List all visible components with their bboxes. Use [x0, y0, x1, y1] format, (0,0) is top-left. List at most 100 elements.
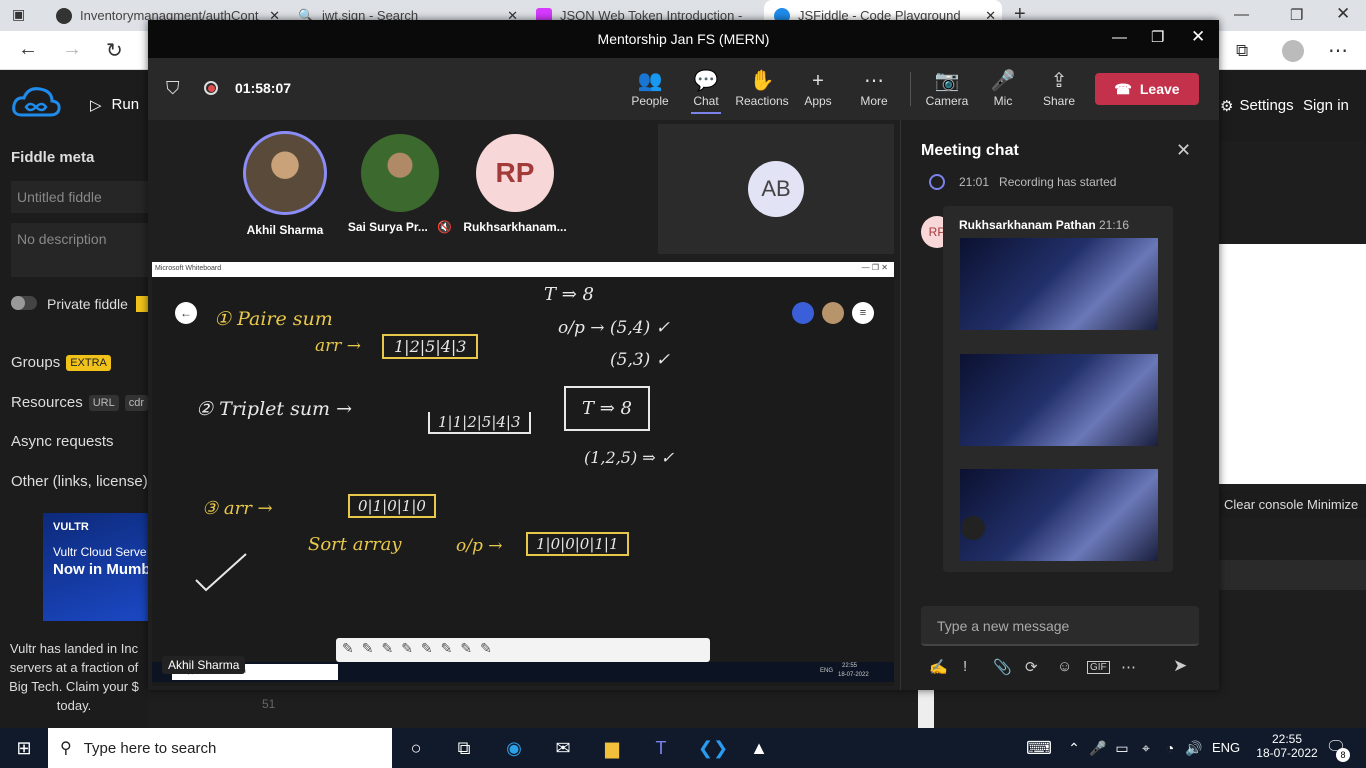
task-view-icon[interactable]: ⧉ — [452, 736, 476, 760]
extra-badge: EXTRA — [66, 355, 111, 372]
note: T ⇒ 8 — [544, 284, 594, 305]
back-icon[interactable]: ← — [18, 38, 38, 61]
image-attachment[interactable] — [960, 238, 1158, 330]
loop-icon[interactable]: ⟳ — [1025, 658, 1038, 676]
more-icon[interactable]: ⋯ — [1328, 38, 1348, 63]
participant-tile-ab[interactable]: AB — [658, 124, 894, 254]
share-button[interactable]: ⇪ Share — [1031, 68, 1087, 108]
clock[interactable]: 22:55 18-07-2022 — [1256, 732, 1317, 760]
format-icon[interactable]: ✍ — [929, 658, 948, 676]
resources-section[interactable]: Resources URL cdr — [11, 394, 148, 412]
avatar: AB — [748, 161, 804, 217]
people-button[interactable]: 👥 People — [622, 68, 678, 108]
taskbar-search[interactable]: ⚲ Type here to search — [48, 728, 392, 768]
battery-icon[interactable]: ▭ — [1110, 736, 1134, 760]
minimize-icon[interactable]: — — [1234, 6, 1249, 23]
collections-icon[interactable]: ⧉ — [1236, 41, 1248, 61]
mail-icon[interactable]: ✉ — [551, 736, 575, 760]
minimize-console-button[interactable]: Minimize — [1307, 497, 1358, 512]
attach-icon[interactable]: 📎 — [993, 658, 1012, 676]
note: 0|1|0|1|0 — [348, 494, 436, 518]
clock-time: 22:55 — [1271, 732, 1303, 746]
private-toggle[interactable] — [11, 296, 37, 310]
close-icon[interactable]: ✕ — [1191, 27, 1205, 47]
wifi-icon[interactable]: ◔ — [1158, 736, 1182, 760]
teams-icon[interactable]: T — [649, 736, 673, 760]
shield-icon[interactable]: ⛉ — [166, 78, 180, 99]
avatar: RP — [476, 134, 554, 212]
restore-icon[interactable]: ❐ — [1290, 6, 1303, 24]
signin-link[interactable]: Sign in — [1303, 97, 1349, 114]
meeting-stage: Akhil Sharma Sai Surya Pr... 🔇 RP Rukhsa… — [148, 120, 900, 690]
language-indicator[interactable]: ENG — [1212, 740, 1240, 755]
close-icon[interactable]: ✕ — [1336, 4, 1350, 24]
participant-akhil[interactable]: Akhil Sharma — [230, 131, 340, 237]
note: 1|0|0|0|1|1 — [526, 532, 629, 556]
edge-icon[interactable]: ◉ — [502, 736, 526, 760]
minimize-icon[interactable]: — — [1112, 29, 1127, 46]
fiddle-sidebar: Fiddle meta Untitled fiddle No descripti… — [0, 141, 148, 728]
shared-taskbar: Type here to search ENG 22:55 18-07-2022 — [152, 662, 894, 682]
participant-sai[interactable]: Sai Surya Pr... 🔇 — [345, 134, 455, 234]
teams-meeting-window: Mentorship Jan FS (MERN) — ❐ ✕ ⛉ 01:58:0… — [148, 20, 1219, 690]
ad-text-line: today. — [56, 698, 92, 713]
windows-start-icon[interactable]: ⊞ — [12, 736, 36, 760]
participant-rukhsar[interactable]: RP Rukhsarkhanam... — [460, 134, 570, 234]
chat-title: Meeting chat — [921, 142, 1019, 159]
image-attachment[interactable] — [960, 354, 1158, 446]
clear-console-button[interactable]: Clear console — [1224, 497, 1304, 512]
toolbar-divider — [910, 72, 911, 106]
reload-icon[interactable]: ↻ — [106, 38, 123, 63]
gif-icon[interactable]: GIF — [1087, 661, 1110, 674]
close-icon[interactable]: ✕ — [1176, 140, 1191, 161]
meeting-title: Mentorship Jan FS (MERN) — [597, 31, 770, 47]
keyboard-icon[interactable]: ⌨ — [1026, 736, 1052, 760]
run-button[interactable]: ▷ Run — [90, 96, 139, 114]
mic-button[interactable]: 🎤 Mic — [975, 68, 1031, 108]
cortana-icon[interactable]: ○ — [404, 736, 428, 760]
priority-icon[interactable]: ! — [963, 658, 967, 675]
gear-icon: ⚙ — [1220, 98, 1234, 115]
file-explorer-icon[interactable]: ▆ — [600, 736, 624, 760]
async-requests-section[interactable]: Async requests — [11, 433, 114, 450]
volume-icon[interactable]: 🔊 — [1182, 736, 1206, 760]
settings-button[interactable]: ⚙ Settings — [1220, 97, 1294, 115]
apps-button[interactable]: + Apps — [790, 68, 846, 108]
github-icon — [56, 7, 72, 24]
forward-icon[interactable]: → — [62, 38, 82, 61]
more-icon[interactable]: ⋯ — [1121, 658, 1136, 676]
groups-section[interactable]: Groups EXTRA — [11, 354, 111, 372]
emoji-icon[interactable]: ☺ — [1057, 658, 1072, 675]
vultr-ad-banner[interactable]: VULTR Vultr Cloud Serve Now in Mumb — [43, 513, 148, 621]
editor-scrollbar[interactable] — [918, 690, 934, 728]
checkmark-drawing — [195, 553, 247, 592]
chat-message-input[interactable]: Type a new message — [921, 606, 1199, 646]
fiddle-description-input[interactable]: No description — [11, 223, 148, 277]
vscode-icon[interactable]: ❮❯ — [698, 736, 728, 760]
location-icon[interactable]: ⌖ — [1134, 736, 1158, 760]
maximize-icon[interactable]: ❐ — [1151, 28, 1164, 46]
note: ② Triplet sum → — [196, 398, 353, 420]
hang-up-icon: ☎ — [1114, 80, 1132, 97]
ad-text-line: Big Tech. Claim your $ — [9, 679, 139, 694]
console-bar: Clear console Minimize — [1219, 490, 1366, 518]
camera-button[interactable]: 📷 Camera — [919, 68, 975, 108]
windows-taskbar: ⊞ ⚲ Type here to search ○ ⧉ ◉ ✉ ▆ T ❮❯ ▲… — [0, 728, 1366, 768]
more-button[interactable]: ⋯ More — [846, 68, 902, 108]
message-time: 21:16 — [1099, 218, 1130, 232]
avatar-initials: RP — [495, 157, 535, 188]
fiddle-title-input[interactable]: Untitled fiddle — [11, 181, 148, 213]
tab-actions-icon[interactable]: ▣ — [12, 6, 25, 23]
profile-avatar[interactable] — [1282, 40, 1304, 62]
chat-button[interactable]: 💬 Chat — [678, 68, 734, 114]
other-section[interactable]: Other (links, license) — [11, 473, 148, 490]
image-attachment[interactable] — [960, 469, 1158, 561]
leave-button[interactable]: ☎ Leave — [1095, 73, 1199, 105]
notification-count-badge: 8 — [1336, 748, 1350, 762]
teams-title-bar: Mentorship Jan FS (MERN) — ❐ ✕ — [148, 20, 1219, 58]
photos-icon[interactable]: ▲ — [747, 736, 771, 760]
mic-icon[interactable]: 🎤 — [1086, 736, 1110, 760]
send-icon[interactable]: ➤ — [1173, 656, 1187, 676]
reactions-button[interactable]: ✋ Reactions — [734, 68, 790, 108]
chevron-up-icon[interactable]: ⌃ — [1062, 736, 1086, 760]
